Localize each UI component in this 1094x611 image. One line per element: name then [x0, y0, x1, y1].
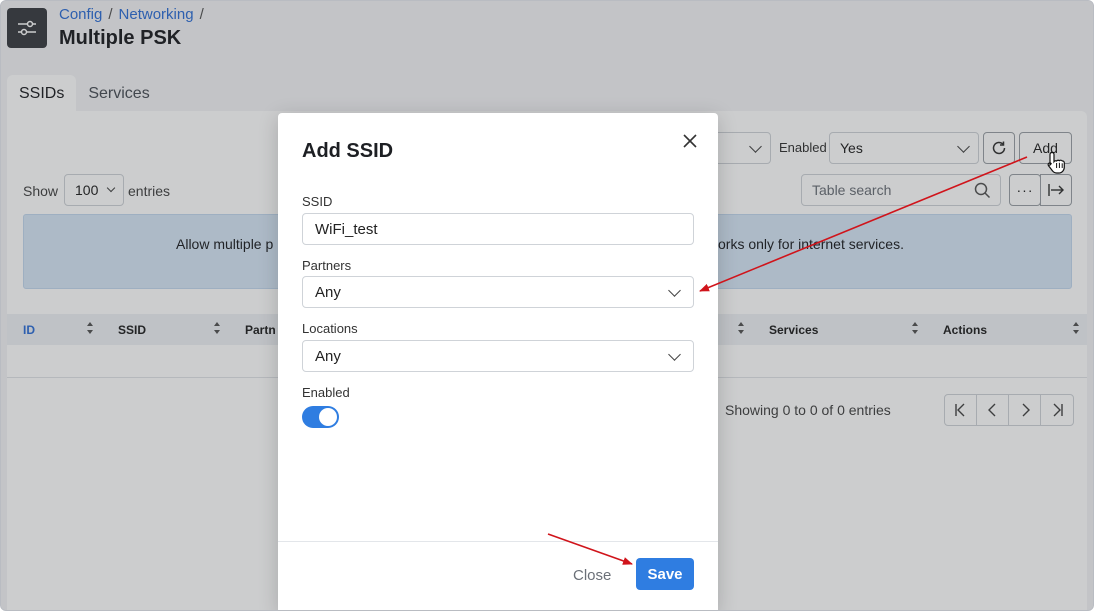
ssid-input[interactable]: WiFi_test [302, 213, 694, 245]
modal-title: Add SSID [302, 140, 394, 162]
enabled-label: Enabled [302, 385, 350, 400]
locations-select[interactable]: Any [302, 340, 694, 372]
ssid-input-value: WiFi_test [315, 220, 378, 238]
chevron-down-icon [668, 348, 681, 361]
locations-value: Any [315, 347, 341, 365]
modal-footer-divider [278, 541, 718, 542]
partners-select[interactable]: Any [302, 276, 694, 308]
locations-label: Locations [302, 321, 358, 336]
add-ssid-modal: Add SSID SSID WiFi_test Partners Any Loc… [278, 113, 718, 610]
partners-label: Partners [302, 258, 352, 273]
close-icon[interactable] [682, 133, 698, 149]
enabled-toggle[interactable] [302, 406, 339, 428]
chevron-down-icon [668, 284, 681, 297]
ssid-label: SSID [302, 194, 333, 209]
save-button[interactable]: Save [636, 558, 694, 590]
app-window: Config / Networking / Multiple PSK SSIDs… [0, 0, 1094, 611]
partners-value: Any [315, 283, 341, 301]
close-button[interactable]: Close [573, 567, 611, 584]
